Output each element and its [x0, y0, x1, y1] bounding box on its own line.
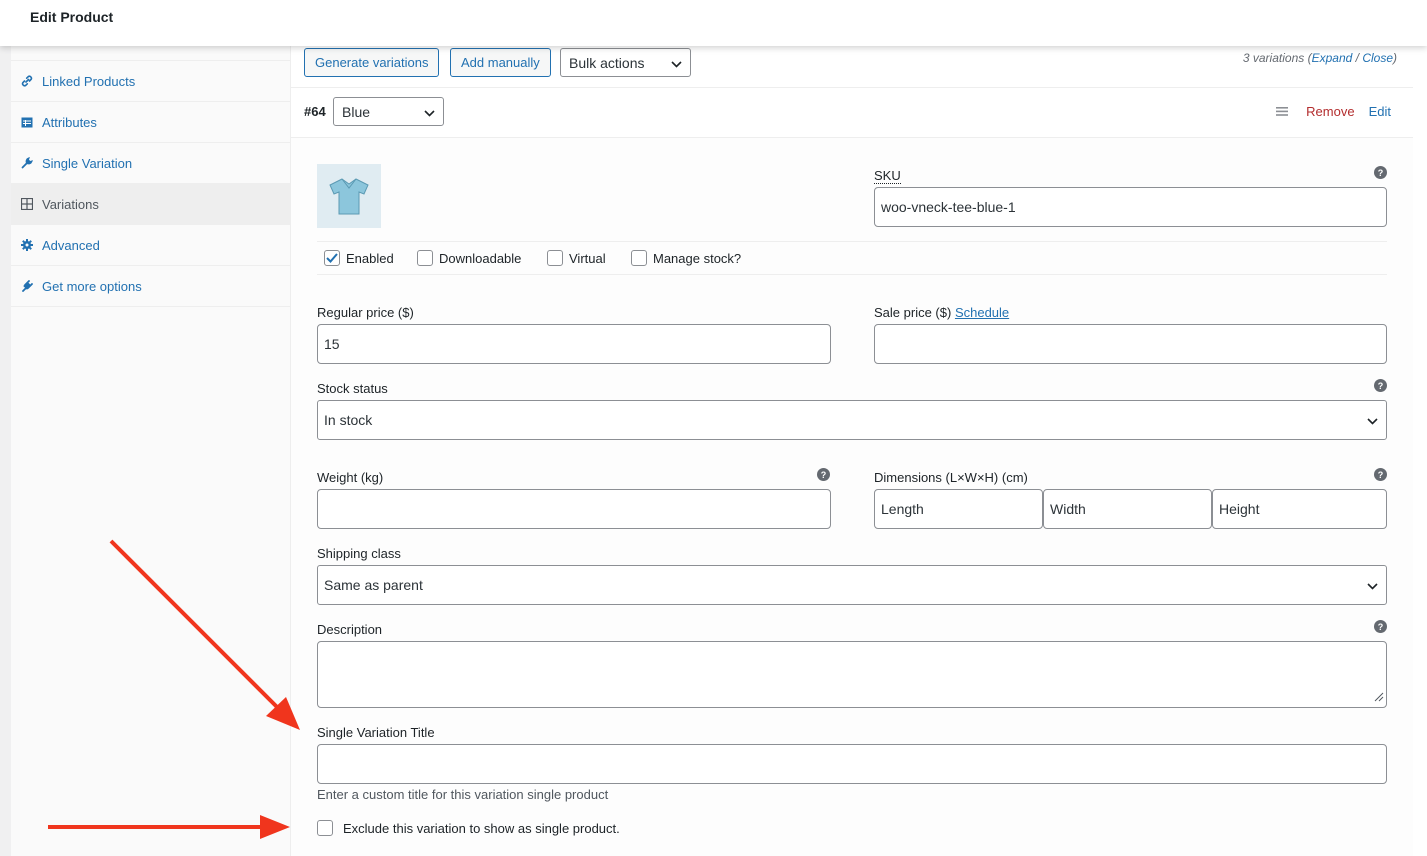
shipping-class-value: Same as parent: [324, 577, 423, 593]
help-icon[interactable]: ?: [1374, 379, 1387, 392]
page-header: Edit Product: [0, 0, 1427, 46]
virtual-label: Virtual: [569, 250, 606, 266]
bulk-actions-select[interactable]: Bulk actions: [560, 48, 691, 77]
manage-stock-checkbox-row[interactable]: Manage stock?: [631, 250, 741, 266]
exclude-variation-label: Exclude this variation to show as single…: [343, 820, 620, 836]
plugin-icon: [21, 278, 41, 294]
stock-status-label: Stock status: [317, 381, 388, 396]
sku-input[interactable]: woo-vneck-tee-blue-1: [874, 187, 1387, 227]
stock-status-value: In stock: [324, 412, 373, 428]
resize-handle-icon[interactable]: [1374, 689, 1384, 705]
grid-icon: [21, 196, 41, 212]
single-variation-title-input[interactable]: [317, 744, 1387, 784]
chevron-down-icon: [671, 55, 682, 71]
chevron-down-icon: [1367, 577, 1378, 593]
chevron-down-icon: [424, 104, 435, 120]
sidebar-item-label: Get more options: [42, 278, 142, 294]
sidebar-item-label: Advanced: [42, 237, 100, 253]
remove-variation-link[interactable]: Remove: [1306, 104, 1354, 119]
sidebar-item-attributes[interactable]: Attributes: [11, 102, 290, 143]
bulk-actions-value: Bulk actions: [569, 54, 645, 71]
variations-toolbar: Generate variations Add manually Bulk ac…: [291, 46, 1413, 88]
add-manually-button[interactable]: Add manually: [450, 48, 551, 77]
description-label: Description: [317, 622, 383, 637]
variation-header[interactable]: #64 Blue Remove Edit: [291, 88, 1413, 138]
sidebar-item-advanced[interactable]: Advanced: [11, 225, 290, 266]
table-icon: [21, 114, 41, 130]
sidebar-item-variations[interactable]: Variations: [11, 184, 290, 225]
downloadable-label: Downloadable: [439, 250, 522, 266]
length-input[interactable]: Length: [874, 489, 1043, 529]
close-link[interactable]: Close: [1362, 51, 1393, 65]
variation-actions: Remove Edit: [1276, 104, 1391, 119]
help-icon[interactable]: ?: [1374, 468, 1387, 481]
wrench-icon: [21, 155, 41, 171]
sale-price-label-row: Sale price ($) Schedule: [874, 305, 1009, 320]
enabled-label: Enabled: [346, 250, 394, 266]
expand-link[interactable]: Expand: [1312, 51, 1353, 65]
help-icon[interactable]: ?: [1374, 620, 1387, 633]
schedule-link[interactable]: Schedule: [955, 305, 1009, 320]
sidebar-item-single-variation[interactable]: Single Variation: [11, 143, 290, 184]
generate-variations-button[interactable]: Generate variations: [304, 48, 440, 77]
height-input[interactable]: Height: [1212, 489, 1387, 529]
product-data-tabs: Linked Products Attributes Single Variat…: [11, 46, 291, 856]
sku-label: SKU: [874, 168, 901, 184]
enabled-checkbox-row[interactable]: Enabled: [324, 250, 394, 266]
sidebar-item-label: Attributes: [42, 114, 97, 130]
shipping-class-label: Shipping class: [317, 546, 401, 561]
variations-count-text: 3 variations: [1242, 51, 1305, 65]
single-variation-title-label: Single Variation Title: [317, 725, 435, 740]
downloadable-checkbox-row[interactable]: Downloadable: [417, 250, 521, 266]
variation-number: #64: [304, 104, 326, 119]
divider: [317, 274, 1387, 275]
sidebar-item-label: Variations: [42, 196, 99, 212]
variation-image[interactable]: [317, 164, 381, 228]
exclude-variation-row[interactable]: Exclude this variation to show as single…: [317, 820, 620, 836]
width-input[interactable]: Width: [1043, 489, 1212, 529]
regular-price-input[interactable]: 15: [317, 324, 831, 364]
sidebar-item-shipping-partial[interactable]: [11, 46, 290, 61]
help-icon[interactable]: ?: [1374, 166, 1387, 179]
sidebar-item-get-more-options[interactable]: Get more options: [11, 266, 290, 307]
description-textarea[interactable]: [317, 641, 1387, 708]
manage-stock-label: Manage stock?: [653, 250, 742, 266]
sidebar-item-linked-products[interactable]: Linked Products: [11, 61, 290, 102]
help-icon[interactable]: ?: [817, 468, 830, 481]
sale-price-label: Sale price ($): [874, 305, 952, 320]
tshirt-icon: [329, 178, 369, 215]
divider: [317, 241, 1387, 242]
single-variation-title-hint: Enter a custom title for this variation …: [317, 787, 609, 802]
weight-label: Weight (kg): [317, 470, 384, 485]
gear-icon: [21, 237, 41, 253]
edit-variation-link[interactable]: Edit: [1369, 104, 1391, 119]
link-icon: [21, 73, 41, 89]
stock-status-select[interactable]: In stock: [317, 400, 1387, 440]
enabled-checkbox[interactable]: [324, 250, 340, 266]
regular-price-label: Regular price ($): [317, 305, 414, 320]
manage-stock-checkbox[interactable]: [631, 250, 647, 266]
variation-attribute-value: Blue: [342, 103, 371, 120]
weight-input[interactable]: [317, 489, 831, 529]
downloadable-checkbox[interactable]: [417, 250, 433, 266]
dimensions-label: Dimensions (L×W×H) (cm): [874, 470, 1028, 485]
sidebar-item-label: Single Variation: [42, 155, 133, 171]
sale-price-input[interactable]: [874, 324, 1387, 364]
exclude-variation-checkbox[interactable]: [317, 820, 333, 836]
shipping-class-select[interactable]: Same as parent: [317, 565, 1387, 605]
variations-count: 3 variations (Expand / Close): [1242, 51, 1397, 65]
chevron-down-icon: [1367, 412, 1378, 428]
drag-handle-icon[interactable]: [1276, 104, 1289, 119]
variation-attribute-select[interactable]: Blue: [333, 97, 444, 126]
virtual-checkbox[interactable]: [547, 250, 563, 266]
page-title: Edit Product: [30, 9, 114, 25]
sidebar-item-label: Linked Products: [42, 73, 136, 89]
virtual-checkbox-row[interactable]: Virtual: [547, 250, 606, 266]
checkmark-icon: [326, 253, 338, 263]
